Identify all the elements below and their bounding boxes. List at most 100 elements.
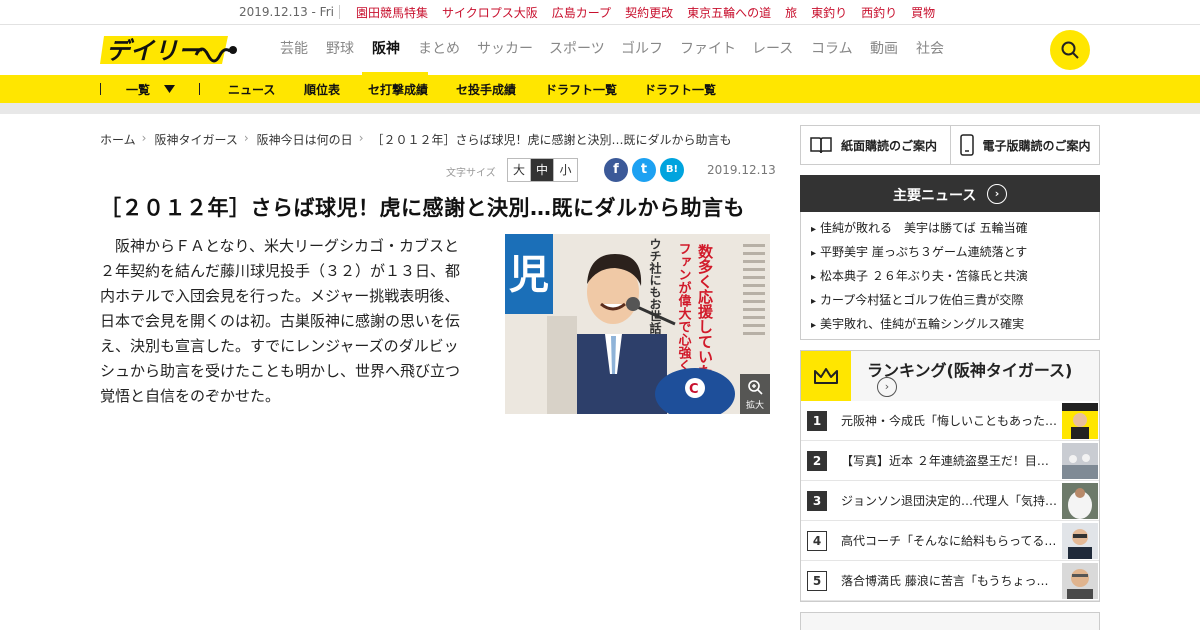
featured-links: 園田競馬特集 サイクロプス大阪 広島カープ 契約更改 東京五輪への道 旅 東釣り…	[356, 4, 949, 21]
topbar-link-shopping[interactable]: 買物	[911, 4, 935, 21]
font-size-label: 文字サイズ	[446, 168, 496, 179]
twitter-share-icon[interactable]: t	[632, 158, 656, 182]
ranking-title: ランキング(阪神タイガース)	[867, 361, 1073, 380]
news-item[interactable]: 佳純が敗れる 美宇は勝てば 五輪当確	[801, 216, 1099, 240]
digital-subscription-link[interactable]: 電子版購読のご案内	[949, 126, 1100, 164]
chevron-right-icon: ›	[877, 377, 897, 397]
article-lead: 阪神からＦＡとなり、米大リーグシカゴ・カブスと２年契約を結んだ藤川球児投手（３２…	[100, 237, 461, 405]
list-dropdown[interactable]: 一覧	[126, 81, 150, 98]
breadcrumb: ホーム › 阪神タイガース › 阪神今日は何の日 › ［２０１２年］さらば球児！…	[100, 131, 738, 148]
font-size-medium-button[interactable]: 中	[531, 159, 554, 181]
nav-entertainment[interactable]: 芸能	[280, 25, 326, 75]
daily-logo[interactable]: デイリー	[100, 33, 240, 67]
divider	[100, 83, 101, 95]
ranking-item[interactable]: 1 元阪神・今成氏「悔しいこともあった…	[801, 401, 1099, 441]
rank-number: 2	[807, 451, 827, 471]
subnav-pitching-stats[interactable]: セ投手成績	[456, 81, 516, 98]
divider	[339, 5, 340, 19]
main-news-header[interactable]: 主要ニュース ›	[800, 175, 1100, 212]
ranking-list: 1 元阪神・今成氏「悔しいこともあった… 2 【写真】近本 ２年連続盗塁王だ！目…	[801, 401, 1099, 601]
news-item[interactable]: 平野美宇 崖っぷち３ゲーム連続落とす	[801, 240, 1099, 264]
nav-hanshin[interactable]: 阪神	[362, 25, 428, 75]
ranking-item[interactable]: 2 【写真】近本 ２年連続盗塁王だ！目…	[801, 441, 1099, 481]
topbar-link-contract-renewal[interactable]: 契約更改	[625, 4, 673, 21]
subnav-batting-stats[interactable]: セ打撃成績	[368, 81, 428, 98]
nav-race[interactable]: レース	[752, 25, 811, 75]
breadcrumb-hanshin-tigers[interactable]: 阪神タイガース	[154, 131, 237, 148]
font-size-large-button[interactable]: 大	[508, 159, 531, 181]
subscription-box: 紙面購読のご案内 電子版購読のご案内	[800, 125, 1100, 165]
news-item[interactable]: 松本典子 ２６年ぶり夫・笘篠氏と共演	[801, 264, 1099, 288]
main-news-list: 佳純が敗れる 美宇は勝てば 五輪当確 平野美宇 崖っぷち３ゲーム連続落とす 松本…	[800, 212, 1100, 340]
header-divider-strip	[0, 103, 1200, 114]
breadcrumb-on-this-day[interactable]: 阪神今日は何の日	[257, 131, 353, 148]
article-title: ［２０１２年］さらば球児！虎に感謝と決別…既にダルから助言も	[100, 196, 745, 220]
crown-icon	[801, 351, 851, 401]
nav-baseball[interactable]: 野球	[326, 25, 372, 75]
photo-headline-2: ファンが偉大で心強く	[676, 242, 692, 372]
nav-soccer[interactable]: サッカー	[477, 25, 549, 75]
search-icon	[1061, 41, 1079, 59]
ranking-headline: 元阪神・今成氏「悔しいこともあった…	[841, 414, 1058, 428]
facebook-share-icon[interactable]: f	[604, 158, 628, 182]
topbar-link-cyclops-osaka[interactable]: サイクロプス大阪	[442, 4, 538, 21]
nav-column[interactable]: コラム	[811, 25, 870, 75]
open-book-icon	[810, 137, 832, 154]
svg-text:C: C	[689, 382, 699, 397]
site-header: デイリー 芸能 野球 阪神 まとめ サッカー スポーツ ゴルフ ファイト レース…	[0, 25, 1200, 75]
chevron-down-icon[interactable]	[164, 85, 175, 93]
ranking-item[interactable]: 4 高代コーチ「そんなに給料もらってる…	[801, 521, 1099, 561]
breadcrumb-current-article: ［２０１２年］さらば球児！虎に感謝と決別…既にダルから助言も	[371, 133, 732, 147]
topbar-link-sonoda-keiba[interactable]: 園田競馬特集	[356, 4, 428, 21]
topbar-link-east-fishing[interactable]: 東釣り	[811, 4, 847, 21]
top-utility-bar: 2019.12.13 - Fri 園田競馬特集 サイクロプス大阪 広島カープ 契…	[0, 0, 1200, 25]
ranking-thumbnail	[1062, 523, 1098, 559]
newspaper-photo: 児 数多く応援していただいた ファンが偉大で心強く ウチ社にもお世話になり C	[505, 234, 770, 414]
chevron-right-icon: ›	[141, 131, 147, 145]
topbar-link-travel[interactable]: 旅	[785, 4, 797, 21]
hatena-bookmark-icon[interactable]: B!	[660, 158, 684, 182]
search-button[interactable]	[1050, 30, 1090, 70]
smartphone-icon	[959, 134, 974, 156]
news-item[interactable]: 美宇敗れ、佳純が五輪シングルス確実	[801, 312, 1099, 336]
ranking-headline: 落合博満氏 藤浪に苦言「もうちょっ…	[841, 574, 1049, 588]
list-dropdown-label: 一覧	[126, 83, 151, 97]
topbar-link-west-fishing[interactable]: 西釣り	[861, 4, 897, 21]
subnav-draft-list[interactable]: ドラフト一覧	[545, 81, 617, 98]
zoom-button[interactable]: 拡大	[740, 374, 770, 414]
ranking-item[interactable]: 5 落合博満氏 藤浪に苦言「もうちょっ…	[801, 561, 1099, 601]
font-size-small-button[interactable]: 小	[554, 159, 577, 181]
print-subscription-link[interactable]: 紙面購読のご案内	[801, 126, 950, 164]
rank-number: 3	[807, 491, 827, 511]
nav-sports[interactable]: スポーツ	[549, 25, 621, 75]
article-photo[interactable]: 児 数多く応援していただいた ファンが偉大で心強く ウチ社にもお世話になり C	[505, 234, 770, 414]
nav-golf[interactable]: ゴルフ	[621, 25, 680, 75]
ranking-headline: ジョンソン退団決定的…代理人「気持…	[841, 494, 1058, 508]
ranking-item[interactable]: 3 ジョンソン退団決定的…代理人「気持…	[801, 481, 1099, 521]
subnav-news[interactable]: ニュース	[228, 81, 275, 98]
nav-fight[interactable]: ファイト	[680, 25, 752, 75]
ranking-thumbnail	[1062, 563, 1098, 599]
topbar-link-hiroshima-carp[interactable]: 広島カープ	[552, 4, 611, 21]
subnav-draft-list-2[interactable]: ドラフト一覧	[644, 81, 716, 98]
main-navigation: 芸能 野球 阪神 まとめ サッカー スポーツ ゴルフ ファイト レース コラム …	[280, 25, 956, 75]
photo-headline-big: 児	[509, 251, 549, 298]
ranking-thumbnail	[1062, 403, 1098, 439]
ranking-header[interactable]: ランキング(阪神タイガース) ›	[801, 351, 1099, 401]
print-subscription-label: 紙面購読のご案内	[841, 138, 938, 153]
topbar-link-tokyo-olympics[interactable]: 東京五輪への道	[687, 4, 771, 21]
nav-video[interactable]: 動画	[870, 25, 916, 75]
nav-society[interactable]: 社会	[916, 25, 956, 75]
ranking-thumbnail	[1062, 443, 1098, 479]
chevron-right-icon: ›	[987, 184, 1007, 204]
rank-number: 4	[807, 531, 827, 551]
next-section-box	[800, 612, 1100, 630]
breadcrumb-home[interactable]: ホーム	[100, 131, 136, 148]
chevron-right-icon: ›	[243, 131, 249, 145]
font-size-selector: 大 中 小	[507, 158, 578, 182]
publish-date: 2019.12.13	[707, 163, 776, 177]
nav-matome[interactable]: まとめ	[418, 25, 477, 75]
news-item[interactable]: カープ今村猛とゴルフ佐伯三貴が交際	[801, 288, 1099, 312]
subnav-standings[interactable]: 順位表	[304, 81, 340, 98]
ranking-headline: 【写真】近本 ２年連続盗塁王だ！目…	[841, 454, 1049, 468]
